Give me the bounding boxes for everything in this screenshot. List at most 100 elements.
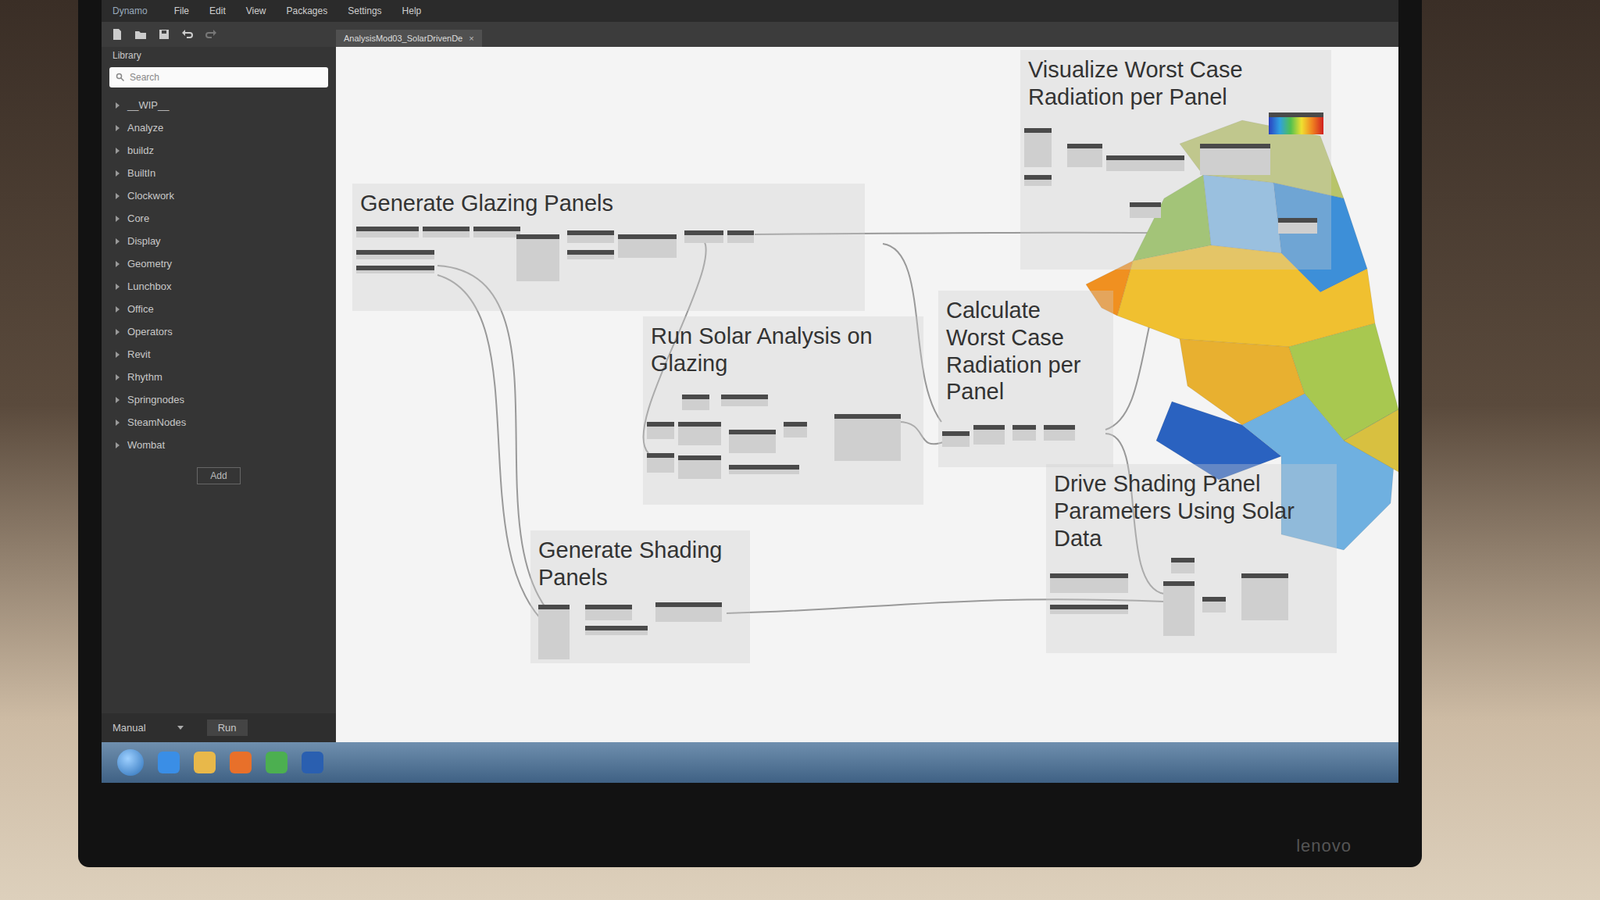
node-group[interactable]: Generate Shading Panels bbox=[530, 530, 750, 664]
graph-node[interactable] bbox=[1129, 202, 1161, 218]
graph-node[interactable] bbox=[1067, 143, 1103, 168]
library-item[interactable]: Clockwork bbox=[101, 184, 336, 208]
menu-item[interactable]: Edit bbox=[209, 5, 226, 17]
library-item[interactable]: __WIP__ bbox=[101, 93, 336, 117]
screen: Dynamo FileEditViewPackagesSettingsHelp … bbox=[101, 0, 1399, 783]
new-file-icon[interactable] bbox=[110, 28, 124, 41]
graph-node[interactable] bbox=[834, 414, 901, 461]
graph-node[interactable] bbox=[1163, 581, 1195, 636]
redo-icon[interactable] bbox=[204, 28, 218, 41]
taskbar-app-icon[interactable] bbox=[157, 751, 180, 774]
graph-node[interactable] bbox=[728, 429, 776, 454]
graph-node[interactable] bbox=[1050, 573, 1129, 593]
save-icon[interactable] bbox=[157, 28, 171, 41]
graph-node[interactable] bbox=[1106, 155, 1185, 172]
node-group[interactable]: Run Solar Analysis on Glazing bbox=[642, 316, 924, 505]
graph-node[interactable] bbox=[646, 453, 675, 473]
library-item[interactable]: Analyze bbox=[101, 116, 336, 140]
graph-node[interactable] bbox=[684, 230, 724, 243]
group-title: Run Solar Analysis on Glazing bbox=[650, 322, 916, 378]
expand-arrow-icon bbox=[115, 147, 120, 154]
menu-item[interactable]: File bbox=[174, 5, 190, 17]
library-list: __WIP__ Analyze buildz BuiltIn Clockwork… bbox=[101, 93, 336, 457]
menu-item[interactable]: Packages bbox=[286, 5, 329, 17]
graph-node[interactable] bbox=[1012, 425, 1036, 441]
library-item[interactable]: Wombat bbox=[101, 433, 336, 457]
graph-node[interactable] bbox=[1043, 425, 1075, 441]
graph-node[interactable] bbox=[567, 250, 615, 260]
group-title: Generate Glazing Panels bbox=[360, 189, 858, 218]
graph-node[interactable] bbox=[1200, 143, 1271, 175]
library-item[interactable]: Display bbox=[101, 229, 336, 253]
graph-node[interactable] bbox=[1241, 573, 1289, 621]
expand-arrow-icon bbox=[115, 215, 120, 222]
graph-node[interactable] bbox=[783, 421, 808, 438]
undo-icon[interactable] bbox=[181, 28, 194, 41]
library-item[interactable]: Core bbox=[101, 207, 336, 230]
node-group[interactable]: Calculate Worst Case Radiation per Panel bbox=[938, 290, 1114, 468]
graph-node[interactable] bbox=[356, 265, 435, 274]
graph-node[interactable] bbox=[1024, 175, 1052, 186]
library-item[interactable]: Office bbox=[101, 297, 336, 321]
taskbar-app-icon[interactable] bbox=[265, 751, 288, 774]
tab-close-button[interactable]: × bbox=[468, 33, 474, 43]
library-item[interactable]: Geometry bbox=[101, 252, 336, 275]
graph-canvas[interactable]: Generate Glazing Panels Run Solar Analys… bbox=[335, 46, 1399, 743]
search-field[interactable]: Search bbox=[109, 67, 329, 88]
graph-node[interactable] bbox=[356, 250, 435, 260]
taskbar-app-icon[interactable] bbox=[193, 751, 216, 774]
library-item[interactable]: SteamNodes bbox=[101, 410, 336, 434]
graph-node[interactable] bbox=[1171, 557, 1195, 574]
library-item[interactable]: Revit bbox=[101, 342, 336, 366]
graph-node[interactable] bbox=[1024, 128, 1052, 168]
graph-node[interactable] bbox=[973, 425, 1005, 445]
graph-node[interactable] bbox=[655, 602, 722, 622]
menu-item[interactable]: Help bbox=[402, 5, 422, 17]
group-title: Calculate Worst Case Radiation per Panel bbox=[946, 296, 1106, 406]
run-button[interactable]: Run bbox=[207, 719, 248, 736]
graph-node[interactable] bbox=[585, 604, 633, 621]
start-button-icon[interactable] bbox=[117, 749, 144, 776]
library-item[interactable]: Rhythm bbox=[101, 365, 336, 389]
graph-node[interactable] bbox=[1202, 596, 1226, 613]
taskbar-app-icon[interactable] bbox=[229, 751, 252, 774]
taskbar-app-icon[interactable] bbox=[301, 751, 324, 774]
library-item[interactable]: buildz bbox=[101, 139, 336, 162]
expand-arrow-icon bbox=[115, 351, 120, 358]
graph-node[interactable] bbox=[422, 226, 470, 238]
library-item[interactable]: Springnodes bbox=[101, 388, 336, 411]
graph-node[interactable] bbox=[567, 230, 615, 243]
expand-arrow-icon bbox=[115, 170, 120, 177]
graph-node[interactable] bbox=[617, 234, 677, 258]
graph-node[interactable] bbox=[1278, 217, 1318, 234]
node-group[interactable]: Generate Glazing Panels bbox=[352, 183, 865, 311]
node-group[interactable]: Drive Shading Panel Parameters Using Sol… bbox=[1046, 464, 1337, 654]
graph-node[interactable] bbox=[728, 464, 800, 475]
graph-node[interactable] bbox=[721, 394, 768, 407]
graph-node[interactable] bbox=[473, 226, 521, 238]
graph-node[interactable] bbox=[538, 604, 570, 660]
library-item[interactable]: Lunchbox bbox=[101, 275, 336, 298]
color-range-node[interactable] bbox=[1268, 112, 1324, 135]
graph-node[interactable] bbox=[1050, 604, 1129, 615]
graph-node[interactable] bbox=[356, 226, 419, 238]
graph-node[interactable] bbox=[646, 421, 675, 440]
menu-item[interactable]: Settings bbox=[347, 5, 382, 17]
graph-node[interactable] bbox=[727, 230, 754, 243]
graph-node[interactable] bbox=[678, 421, 722, 446]
graph-node[interactable] bbox=[942, 431, 970, 447]
workspace-tab[interactable]: AnalysisMod03_SolarDrivenDe × bbox=[335, 29, 483, 47]
tool-group bbox=[101, 21, 336, 47]
graph-node[interactable] bbox=[516, 234, 560, 282]
library-item[interactable]: BuiltIn bbox=[101, 161, 336, 185]
menu-item[interactable]: View bbox=[246, 5, 267, 17]
node-group[interactable]: Visualize Worst Case Radiation per Panel bbox=[1020, 50, 1332, 270]
graph-node[interactable] bbox=[585, 625, 648, 636]
library-item[interactable]: Operators bbox=[101, 320, 336, 343]
add-button[interactable]: Add bbox=[196, 467, 240, 485]
run-mode-dropdown[interactable]: Manual bbox=[112, 721, 184, 734]
open-folder-icon[interactable] bbox=[134, 28, 147, 41]
graph-node[interactable] bbox=[678, 455, 722, 479]
taskbar bbox=[101, 742, 1399, 783]
graph-node[interactable] bbox=[682, 394, 710, 411]
